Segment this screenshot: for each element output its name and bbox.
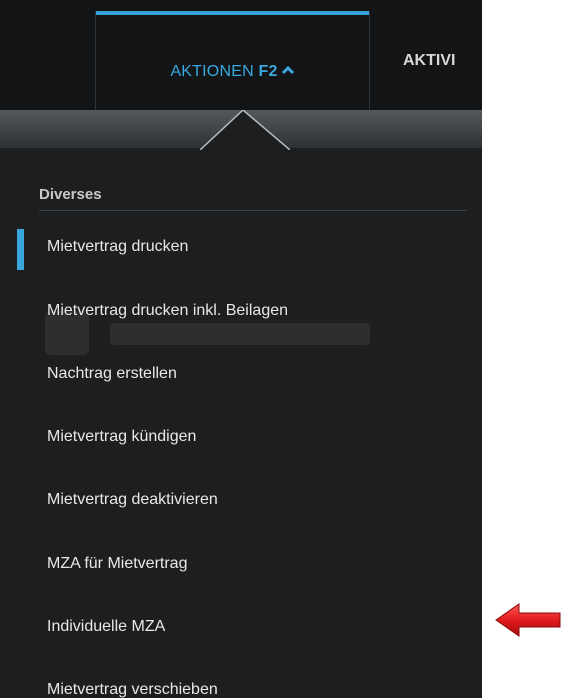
tab-aktivitaeten[interactable]: AKTIVI <box>403 52 482 70</box>
menu-item-label: Mietvertrag deaktivieren <box>47 491 218 508</box>
section-header-diverses: Diverses <box>39 186 102 203</box>
tab-aktionen[interactable]: AKTIONEN F2 <box>95 11 370 110</box>
menu-item-label: Mietvertrag drucken inkl. Beilagen <box>47 302 289 319</box>
actions-dropdown-menu: Diverses Mietvertrag drucken Mietvertrag… <box>0 110 482 698</box>
active-tab-indicator <box>96 11 369 15</box>
menu-item-mietvertrag-drucken-inkl-beilagen[interactable]: Mietvertrag drucken inkl. Beilagen <box>0 281 482 345</box>
menu-item-label: Mietvertrag verschieben <box>47 681 218 698</box>
red-arrow-left-icon <box>495 603 561 637</box>
menu-item-label: Mietvertrag drucken <box>47 238 189 255</box>
menu-item-nachtrag-erstellen[interactable]: Nachtrag erstellen <box>0 344 482 408</box>
menu-item-label: Mietvertrag kündigen <box>47 428 197 445</box>
top-navigation-bar: AKTIONEN F2 AKTIVI <box>0 0 482 110</box>
selected-item-indicator <box>17 229 24 270</box>
chevron-up-icon <box>281 66 294 75</box>
menu-item-label: Nachtrag erstellen <box>47 365 177 382</box>
menu-item-mietvertrag-deaktivieren[interactable]: Mietvertrag deaktivieren <box>0 470 482 534</box>
menu-item-mietvertrag-drucken[interactable]: Mietvertrag drucken <box>0 217 482 281</box>
tab-label-text: AKTIONEN <box>170 63 254 80</box>
menu-item-mietvertrag-verschieben[interactable]: Mietvertrag verschieben <box>0 660 482 698</box>
dropdown-pointer-notch <box>200 110 290 150</box>
tab-shortcut-key: F2 <box>258 63 278 80</box>
menu-item-label: Individuelle MZA <box>47 618 166 635</box>
menu-item-label: MZA für Mietvertrag <box>47 555 188 572</box>
menu-item-individuelle-mza[interactable]: Individuelle MZA <box>0 597 482 661</box>
tab-aktionen-label: AKTIONEN F2 <box>96 63 369 81</box>
menu-item-mietvertrag-kuendigen[interactable]: Mietvertrag kündigen <box>0 407 482 471</box>
section-divider <box>39 210 467 211</box>
menu-item-mza-fuer-mietvertrag[interactable]: MZA für Mietvertrag <box>0 534 482 598</box>
